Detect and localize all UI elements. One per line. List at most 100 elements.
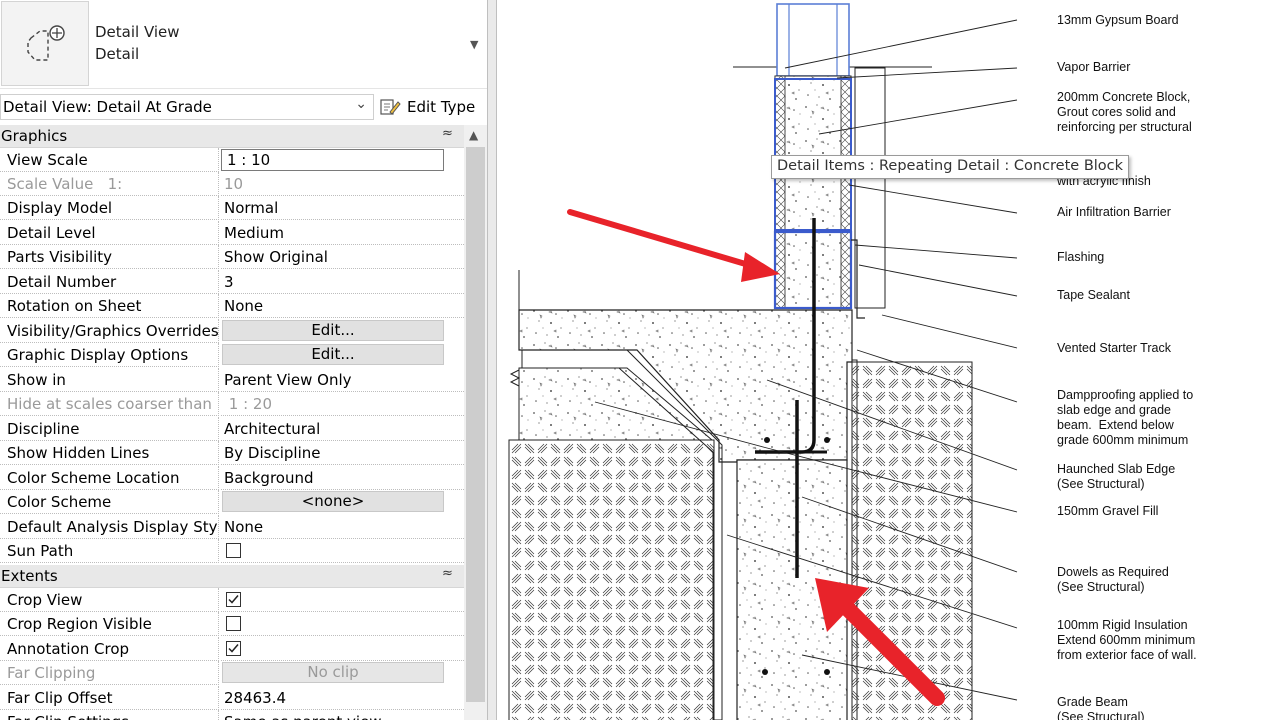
type-selector[interactable]: Detail View Detail ▼: [0, 0, 487, 89]
prop-name-text: Scale Value: [7, 175, 94, 193]
scrollbar-thumb[interactable]: [466, 147, 485, 702]
row-scale-value: Scale Value 1: 10: [0, 172, 464, 196]
parts-visibility-value[interactable]: Show Original: [221, 245, 464, 269]
prop-name: Parts Visibility: [0, 245, 219, 269]
prop-name: Sun Path: [0, 539, 219, 563]
prop-name: Far Clip Offset: [0, 686, 219, 710]
crop-region-visible-checkbox[interactable]: [226, 616, 241, 631]
row-parts-visibility: Parts Visibility Show Original: [0, 245, 464, 269]
prop-name: Rotation on Sheet: [0, 294, 219, 318]
chevron-down-icon: ⌄: [355, 96, 367, 112]
prop-name: Color Scheme Location: [0, 466, 219, 490]
drawing-canvas[interactable]: 13mm Gypsum Board Vapor Barrier 200mm Co…: [497, 0, 1280, 720]
prop-value: [221, 637, 464, 661]
prop-value: 10: [221, 172, 464, 196]
prop-name: Far Clipping: [0, 661, 219, 685]
prop-value: [221, 539, 464, 563]
instance-filter-value: Detail View: Detail At Grade: [3, 98, 212, 116]
show-hidden-lines-value[interactable]: By Discipline: [221, 441, 464, 465]
edit-type-button[interactable]: Edit Type: [379, 92, 484, 122]
note-gravel-fill: 150mm Gravel Fill: [1057, 504, 1159, 518]
note-dowels: Dowels as Required (See Structural): [1057, 565, 1169, 594]
properties-scrollbar[interactable]: ▲: [464, 125, 487, 720]
triangle-down-icon[interactable]: ▼: [470, 38, 478, 51]
prop-name: Default Analysis Display Style: [0, 515, 219, 539]
checkmark-icon: [228, 644, 239, 653]
row-crop-view: Crop View: [0, 588, 464, 612]
far-clipping-button: No clip: [222, 662, 444, 683]
row-show-in: Show in Parent View Only: [0, 368, 464, 392]
prop-name: Show Hidden Lines: [0, 441, 219, 465]
group-extents-label: Extents: [1, 567, 58, 585]
type-name: Detail View Detail: [95, 21, 180, 65]
far-clip-offset-value[interactable]: 28463.4: [221, 686, 464, 710]
group-graphics-label: Graphics: [1, 127, 68, 145]
rotation-on-sheet-value[interactable]: None: [221, 294, 464, 318]
note-haunched-slab: Haunched Slab Edge (See Structural): [1057, 462, 1176, 491]
color-scheme-button[interactable]: <none>: [222, 491, 444, 512]
edit-type-label: Edit Type: [407, 98, 476, 116]
prop-name: Hide at scales coarser than: [0, 392, 219, 416]
prop-name: Annotation Crop: [0, 637, 219, 661]
prop-name: View Scale: [0, 148, 219, 172]
prop-name-suffix: 1:: [107, 175, 123, 193]
discipline-value[interactable]: Architectural: [221, 417, 464, 441]
row-display-model: Display Model Normal: [0, 196, 464, 220]
edit-type-icon: [379, 97, 401, 117]
prop-name: Discipline: [0, 417, 219, 441]
note-starter-track: Vented Starter Track: [1057, 341, 1171, 355]
prop-name: Scale Value 1:: [0, 172, 219, 196]
scroll-up-icon[interactable]: ▲: [469, 128, 478, 142]
row-far-clip-settings: Far Clip Settings Same as parent view: [0, 710, 464, 720]
note-tape-sealant: Tape Sealant: [1057, 288, 1130, 302]
sun-path-checkbox[interactable]: [226, 543, 241, 558]
row-far-clip-offset: Far Clip Offset 28463.4: [0, 686, 464, 710]
prop-value: 1 : 20: [221, 392, 464, 416]
prop-name: Detail Number: [0, 270, 219, 294]
row-discipline: Discipline Architectural: [0, 417, 464, 441]
detail-view-icon: [1, 1, 89, 86]
view-scale-field[interactable]: 1 : 10: [221, 149, 444, 171]
detail-number-value[interactable]: 3: [221, 270, 464, 294]
prop-name: Show in: [0, 368, 219, 392]
note-rigid-100: 100mm Rigid Insulation Extend 600mm mini…: [1057, 618, 1197, 662]
checkmark-icon: [228, 595, 239, 604]
panel-splitter[interactable]: [487, 0, 497, 720]
prop-name: Visibility/Graphics Overrides: [0, 319, 219, 343]
graphic-display-options-edit-button[interactable]: Edit...: [222, 344, 444, 365]
row-vg-overrides: Visibility/Graphics Overrides Edit...: [0, 319, 464, 343]
note-gypsum: 13mm Gypsum Board: [1057, 13, 1179, 27]
prop-name: Far Clip Settings: [0, 710, 219, 720]
row-rotation-on-sheet: Rotation on Sheet None: [0, 294, 464, 318]
row-default-analysis-display-style: Default Analysis Display Style None: [0, 515, 464, 539]
far-clip-settings-value[interactable]: Same as parent view: [221, 710, 464, 720]
default-analysis-display-style-value[interactable]: None: [221, 515, 464, 539]
prop-name: Color Scheme: [0, 490, 219, 514]
row-crop-region-visible: Crop Region Visible: [0, 612, 464, 636]
annotation-crop-checkbox[interactable]: [226, 641, 241, 656]
note-grade-beam: Grade Beam (See Structural): [1057, 695, 1145, 720]
note-vapor-barrier: Vapor Barrier: [1057, 60, 1131, 74]
collapse-icon[interactable]: ≈: [442, 566, 453, 581]
row-view-scale: View Scale 1 : 10: [0, 148, 464, 172]
red-arrow-left: [567, 209, 780, 282]
row-sun-path: Sun Path: [0, 539, 464, 563]
group-extents[interactable]: Extents ≈: [0, 565, 464, 588]
row-detail-number: Detail Number 3: [0, 270, 464, 294]
prop-value: [221, 612, 464, 636]
collapse-icon[interactable]: ≈: [442, 126, 453, 141]
color-scheme-location-value[interactable]: Background: [221, 466, 464, 490]
show-in-value[interactable]: Parent View Only: [221, 368, 464, 392]
note-dampproofing: Dampproofing applied to slab edge and gr…: [1057, 388, 1194, 447]
prop-name: Detail Level: [0, 221, 219, 245]
prop-name: Graphic Display Options: [0, 343, 219, 367]
vg-overrides-edit-button[interactable]: Edit...: [222, 320, 444, 341]
display-model-value[interactable]: Normal: [221, 196, 464, 220]
row-show-hidden-lines: Show Hidden Lines By Discipline: [0, 441, 464, 465]
crop-view-checkbox[interactable]: [226, 592, 241, 607]
prop-value: [221, 588, 464, 612]
type-name-line2: Detail: [95, 45, 140, 63]
group-graphics[interactable]: Graphics ≈: [0, 125, 464, 148]
detail-level-value[interactable]: Medium: [221, 221, 464, 245]
instance-filter-dropdown[interactable]: Detail View: Detail At Grade ⌄: [0, 94, 374, 120]
